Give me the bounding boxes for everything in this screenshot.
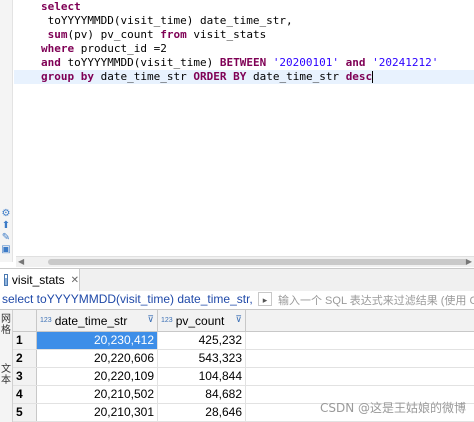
text-caret <box>372 71 374 83</box>
filter-bar: select toYYYYMMDD(visit_time) date_time_… <box>0 291 474 310</box>
sql-text: toYYYYMMDD(visit_time) date_time_str, <box>41 14 293 27</box>
scrollbar-thumb[interactable] <box>48 259 468 265</box>
row-number-header <box>13 310 37 331</box>
cell-date-time-str[interactable]: 20,210,502 <box>37 386 158 403</box>
sql-keyword: sum <box>41 28 68 41</box>
column-header-date-time-str[interactable]: 123 date_time_str ⊽ <box>37 310 158 331</box>
grid-view-tab[interactable]: 网格 <box>1 314 11 336</box>
sql-keyword: ORDER <box>193 70 227 83</box>
sql-string: '20200101' <box>272 56 340 69</box>
cell-date-time-str[interactable]: 20,230,412 <box>37 332 158 349</box>
editor-gutter: ⚙ ⬆ ✎ ▣ <box>0 0 13 262</box>
scroll-right-icon[interactable]: ▶ <box>466 257 472 267</box>
row-number[interactable]: 3 <box>13 368 37 385</box>
row-number[interactable]: 2 <box>13 350 37 367</box>
sql-text: visit_stats <box>186 28 267 41</box>
view-mode-panel: 网格 文本 <box>0 310 13 422</box>
code-line-1: select <box>41 0 81 14</box>
sql-keyword: by <box>80 70 94 83</box>
tab-label: visit_stats <box>11 273 65 287</box>
scroll-left-icon[interactable]: ◀ <box>18 257 24 267</box>
cell-date-time-str[interactable]: 20,220,606 <box>37 350 158 367</box>
cell-date-time-str[interactable]: 20,220,109 <box>37 368 158 385</box>
cell-pv-count[interactable]: 28,646 <box>158 404 246 421</box>
cell-pv-count[interactable]: 104,844 <box>158 368 246 385</box>
result-tab-bar: visit_stats ✕ <box>0 268 474 292</box>
column-header-pv-count[interactable]: 123 pv_count ⊽ <box>158 310 246 331</box>
query-summary[interactable]: select toYYYYMMDD(visit_time) date_time_… <box>2 292 256 306</box>
export-icon[interactable]: ⬆ <box>0 220 12 232</box>
sql-text: toYYYYMMDD(visit_time) <box>60 56 220 69</box>
filter-input[interactable]: 输入一个 SQL 表达式来过滤结果 (使用 Ctrl <box>278 292 474 308</box>
text-view-tab[interactable]: 文本 <box>1 364 11 386</box>
row-number[interactable]: 5 <box>13 404 37 421</box>
row-number[interactable]: 4 <box>13 386 37 403</box>
cell-date-time-str[interactable]: 20,210,301 <box>37 404 158 421</box>
table-row[interactable]: 3 20,220,109 104,844 <box>13 368 474 386</box>
sql-keyword: BY <box>233 70 247 83</box>
sql-string: '20241212' <box>372 56 439 69</box>
gear-icon[interactable]: ⚙ <box>0 208 12 220</box>
sql-keyword: desc <box>345 70 373 83</box>
sql-keyword: group <box>41 70 75 83</box>
code-line-6: group by date_time_str ORDER BY date_tim… <box>41 70 374 84</box>
edit-icon[interactable]: ✎ <box>0 232 12 244</box>
table-row[interactable]: 2 20,220,606 543,323 <box>13 350 474 368</box>
numeric-type-icon: 123 <box>40 317 52 324</box>
grid-header: 123 date_time_str ⊽ 123 pv_count ⊽ <box>13 310 474 332</box>
column-name: pv_count <box>175 313 225 328</box>
cell-pv-count[interactable]: 84,682 <box>158 386 246 403</box>
code-line-2: toYYYYMMDD(visit_time) date_time_str, <box>41 14 293 28</box>
editor-horizontal-scrollbar[interactable]: ◀ ▶ <box>16 256 474 267</box>
sort-filter-icon[interactable]: ⊽ <box>147 314 154 325</box>
sort-filter-icon[interactable]: ⊽ <box>235 314 242 325</box>
sql-text: (pv) pv_count <box>67 28 161 41</box>
sql-text: date_time_str <box>94 70 194 83</box>
cell-pv-count[interactable]: 425,232 <box>158 332 246 349</box>
sql-editor[interactable]: select toYYYYMMDD(visit_time) date_time_… <box>14 0 474 262</box>
watermark: CSDN @这是王姑娘的微博 <box>319 401 466 415</box>
sql-text: date_time_str <box>246 70 346 83</box>
column-name: date_time_str <box>54 313 128 328</box>
sql-keyword: BETWEEN <box>219 56 267 69</box>
code-line-4: where product_id =2 <box>41 42 167 56</box>
tab-visit-stats[interactable]: visit_stats ✕ <box>0 269 80 291</box>
table-row[interactable]: 1 20,230,412 425,232 <box>13 332 474 350</box>
table-icon <box>4 274 8 286</box>
sql-keyword: select <box>41 0 81 13</box>
code-line-5: and toYYYYMMDD(visit_time) BETWEEN '2020… <box>41 56 438 70</box>
sql-text: product_id =2 <box>74 42 167 55</box>
cell-pv-count[interactable]: 543,323 <box>158 350 246 367</box>
close-icon[interactable]: ✕ <box>71 275 79 286</box>
sql-keyword: and <box>41 56 61 69</box>
sql-keyword: and <box>345 56 366 69</box>
filter-toggle-icon[interactable]: ▸ <box>258 292 272 306</box>
numeric-type-icon: 123 <box>161 317 173 324</box>
sql-keyword: from <box>160 28 187 41</box>
code-line-3: sum(pv) pv_count from visit_stats <box>41 28 267 42</box>
lock-icon[interactable]: ▣ <box>0 244 12 256</box>
sql-keyword: where <box>41 42 75 55</box>
row-number[interactable]: 1 <box>13 332 37 349</box>
